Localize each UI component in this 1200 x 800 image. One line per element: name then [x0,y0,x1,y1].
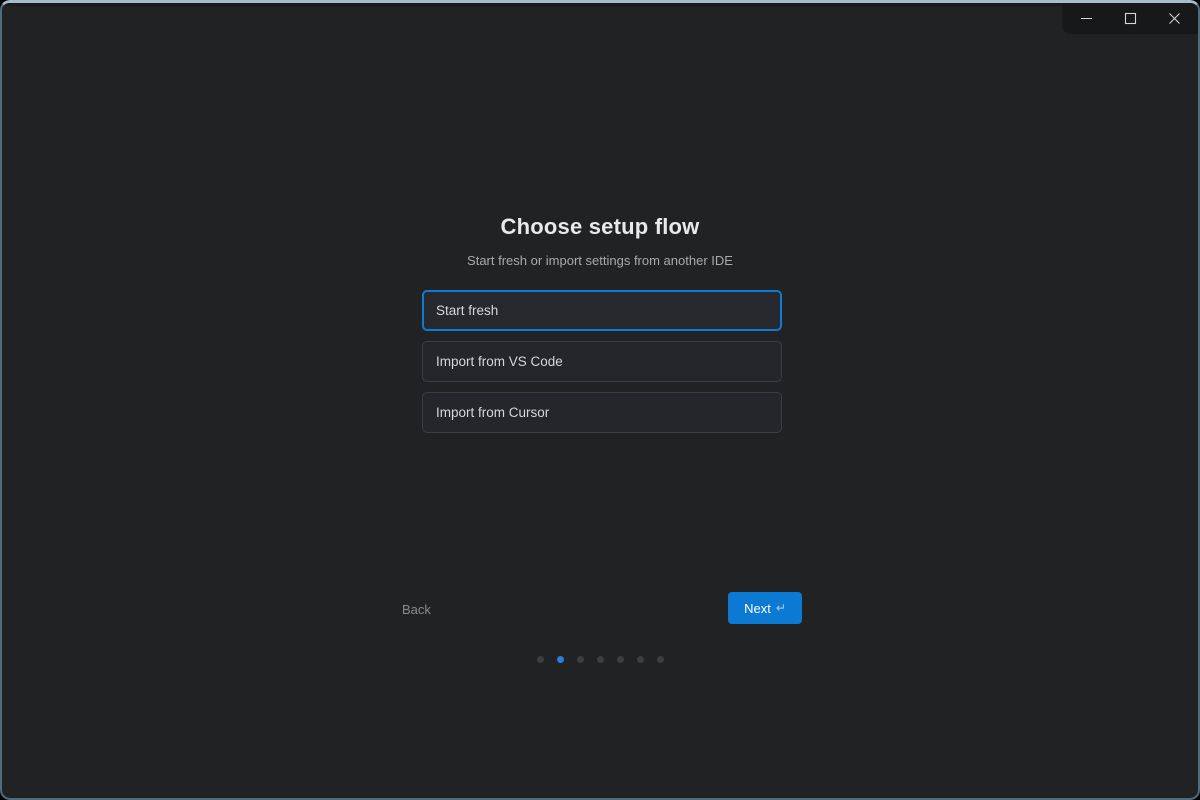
step-dot-4[interactable] [596,656,604,663]
close-icon [1168,12,1181,25]
step-indicator [2,656,1198,663]
step-dot-1[interactable] [536,656,544,663]
maximize-button[interactable] [1110,3,1150,34]
step-dot-6[interactable] [636,656,644,663]
minimize-icon [1080,12,1093,25]
setup-option-label: Start fresh [436,303,499,318]
back-button[interactable]: Back [402,601,431,618]
enter-key-icon: ↵ [775,601,786,615]
maximize-icon [1124,12,1137,25]
setup-option-label: Import from Cursor [436,405,550,420]
step-dot-3[interactable] [576,656,584,663]
titlebar-shade [2,3,1198,6]
setup-option-import-from-cursor[interactable]: Import from Cursor [422,392,782,433]
minimize-button[interactable] [1066,3,1106,34]
step-dot-2[interactable] [556,656,564,663]
setup-options-list: Start fresh Import from VS Code Import fro… [422,290,782,433]
next-button-label: Next [744,600,771,616]
setup-option-label: Import from VS Code [436,354,563,369]
close-button[interactable] [1154,3,1194,34]
step-dot-5[interactable] [616,656,624,663]
setup-window: Choose setup flow Start fresh or import … [0,0,1200,800]
page-title: Choose setup flow [500,214,700,239]
setup-option-import-from-vs-code[interactable]: Import from VS Code [422,341,782,382]
step-dot-7[interactable] [656,656,664,663]
setup-option-start-fresh[interactable]: Start fresh [422,290,782,331]
page-subtitle: Start fresh or import settings from anot… [467,253,733,268]
next-button[interactable]: Next ↵ [728,592,802,624]
window-controls [1062,3,1198,34]
